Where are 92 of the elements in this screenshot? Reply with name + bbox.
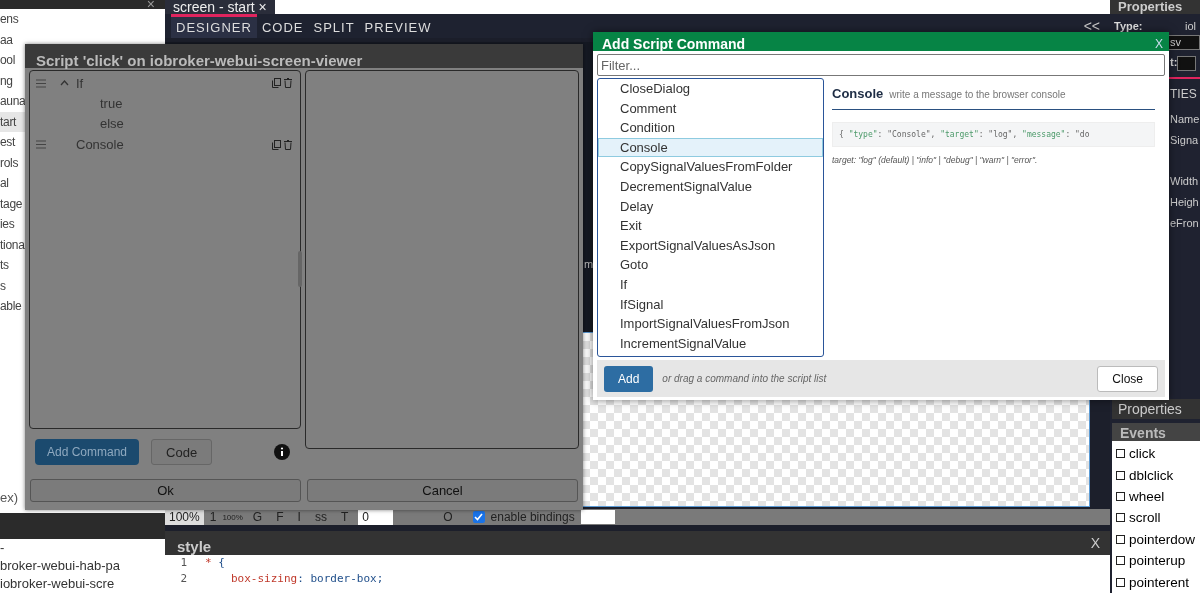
close-button[interactable]: × [146,0,155,9]
toolbar-toggle[interactable]: F [272,509,288,525]
command-item[interactable]: CloseDialog [598,79,823,99]
command-item[interactable]: Condition [598,118,823,138]
view-tab[interactable]: DESIGNER [171,14,257,38]
command-item[interactable]: IfSignal [598,294,823,315]
delete-icon[interactable] [284,139,292,150]
zoom-step-text: 1 [209,510,217,524]
event-checkbox[interactable] [1116,577,1125,587]
toolbar-toggle[interactable]: O [439,509,457,525]
events-title: Events [1112,423,1200,441]
line-number: 2 [179,571,188,587]
command-description: write a message to the browser console [889,89,1066,100]
command-item[interactable]: Console [598,137,823,158]
style-panel-title: style [177,538,212,555]
dialog-title: Add Script Command [602,37,746,51]
add-button[interactable]: Add [604,365,654,392]
code-example: { "type": "Console", "target": "log", "message": "do [832,122,1155,147]
hint-text: or drag a command into the script list [662,373,827,384]
close-button[interactable]: Close [1097,365,1158,392]
screen-list-item[interactable]: ens [0,9,165,30]
property-label: t: [1170,56,1178,70]
drag-handle-icon[interactable] [36,140,46,150]
property-value: iol [1185,20,1196,32]
command-item[interactable]: If [598,274,823,295]
copy-icon[interactable] [272,78,281,89]
code-line: * { [205,555,225,571]
tree-item[interactable]: broker-webui-hab-pa [0,557,120,575]
drag-handle-icon[interactable] [36,78,46,88]
input-field[interactable] [1177,56,1196,71]
close-button[interactable]: X [1090,535,1100,555]
delete-icon[interactable] [284,78,292,89]
event-checkbox[interactable] [1116,470,1125,480]
command-item[interactable]: Exit [598,216,823,236]
command-item[interactable]: DecrementSignalValue [598,176,823,197]
input-field[interactable] [580,510,615,524]
code-line: box-sizing: border-box; [230,571,384,587]
ok-button[interactable]: Ok [30,479,301,502]
tree-item[interactable]: iobroker-webui-scre [0,575,115,593]
event-checkbox[interactable] [1116,513,1125,523]
info-icon[interactable] [274,444,291,460]
event-label: pointerdow [1129,531,1196,547]
property-label: Width [1169,174,1200,189]
view-tab[interactable]: PREVIEW [359,14,437,38]
line-number: 1 [179,555,188,571]
document-tab[interactable]: screen - start × [165,0,275,14]
event-checkbox[interactable] [1116,556,1125,566]
panel-title: Properties [1112,399,1200,419]
property-label: eFron [1169,216,1200,231]
add-command-button[interactable]: Add Command [35,439,140,465]
copy-icon[interactable] [272,139,281,150]
command-item[interactable]: CopySignalValuesFromFolder [598,157,823,177]
property-label: Type: [1114,20,1143,32]
cancel-button[interactable]: Cancel [307,479,578,502]
toolbar-toggle[interactable]: T [336,509,353,525]
collapse-button[interactable]: << [1083,18,1110,34]
command-title: Console [832,86,884,101]
dialog-title: Script 'click' on iobroker-webui-screen-viewer [25,44,583,68]
usage-note: target: "log" (default) | "info" | "debug" | "warn" | "error". [832,155,1039,165]
property-label: Name [1169,112,1200,127]
event-label: wheel [1129,488,1165,504]
view-tab[interactable]: CODE [256,14,309,38]
filter-field[interactable]: Filter... [597,54,1165,76]
event-checkbox[interactable] [1116,534,1125,544]
collapse-chevron-icon[interactable] [60,80,69,87]
toolbar-toggle[interactable]: I [293,509,305,525]
command-item[interactable]: ExportSignalValuesAsJson [598,235,823,256]
bindings-checkbox[interactable] [472,511,485,523]
close-button[interactable]: X [1155,37,1163,51]
event-label: click [1129,446,1156,462]
tree-item[interactable]: - [0,539,5,557]
event-checkbox[interactable] [1116,449,1125,459]
command-item[interactable]: Delay [598,196,823,217]
property-label: Heigh [1169,195,1200,210]
command-item[interactable]: IncrementSignalValue [598,333,823,354]
event-label: pointerent [1129,574,1190,590]
event-label: dblclick [1129,467,1174,483]
property-label: Signa [1169,133,1200,148]
event-label: pointerup [1129,553,1186,569]
panel-title: Properties [1110,0,1200,14]
event-checkbox[interactable] [1116,491,1125,501]
command-item[interactable]: ImportSignalValuesFromJson [598,314,823,334]
command-item[interactable]: Comment [598,98,823,119]
zoom-small-text: 100% [222,512,243,522]
view-tab[interactable]: SPLIT [308,14,360,38]
toolbar-toggle[interactable]: ss [310,509,331,525]
event-label: scroll [1129,510,1161,526]
element-text: m [584,258,594,270]
code-button[interactable]: Code [151,439,213,465]
command-item[interactable]: Goto [598,255,823,275]
toolbar-toggle[interactable]: G [248,509,267,525]
bindings-label: enable bindings [490,510,575,524]
